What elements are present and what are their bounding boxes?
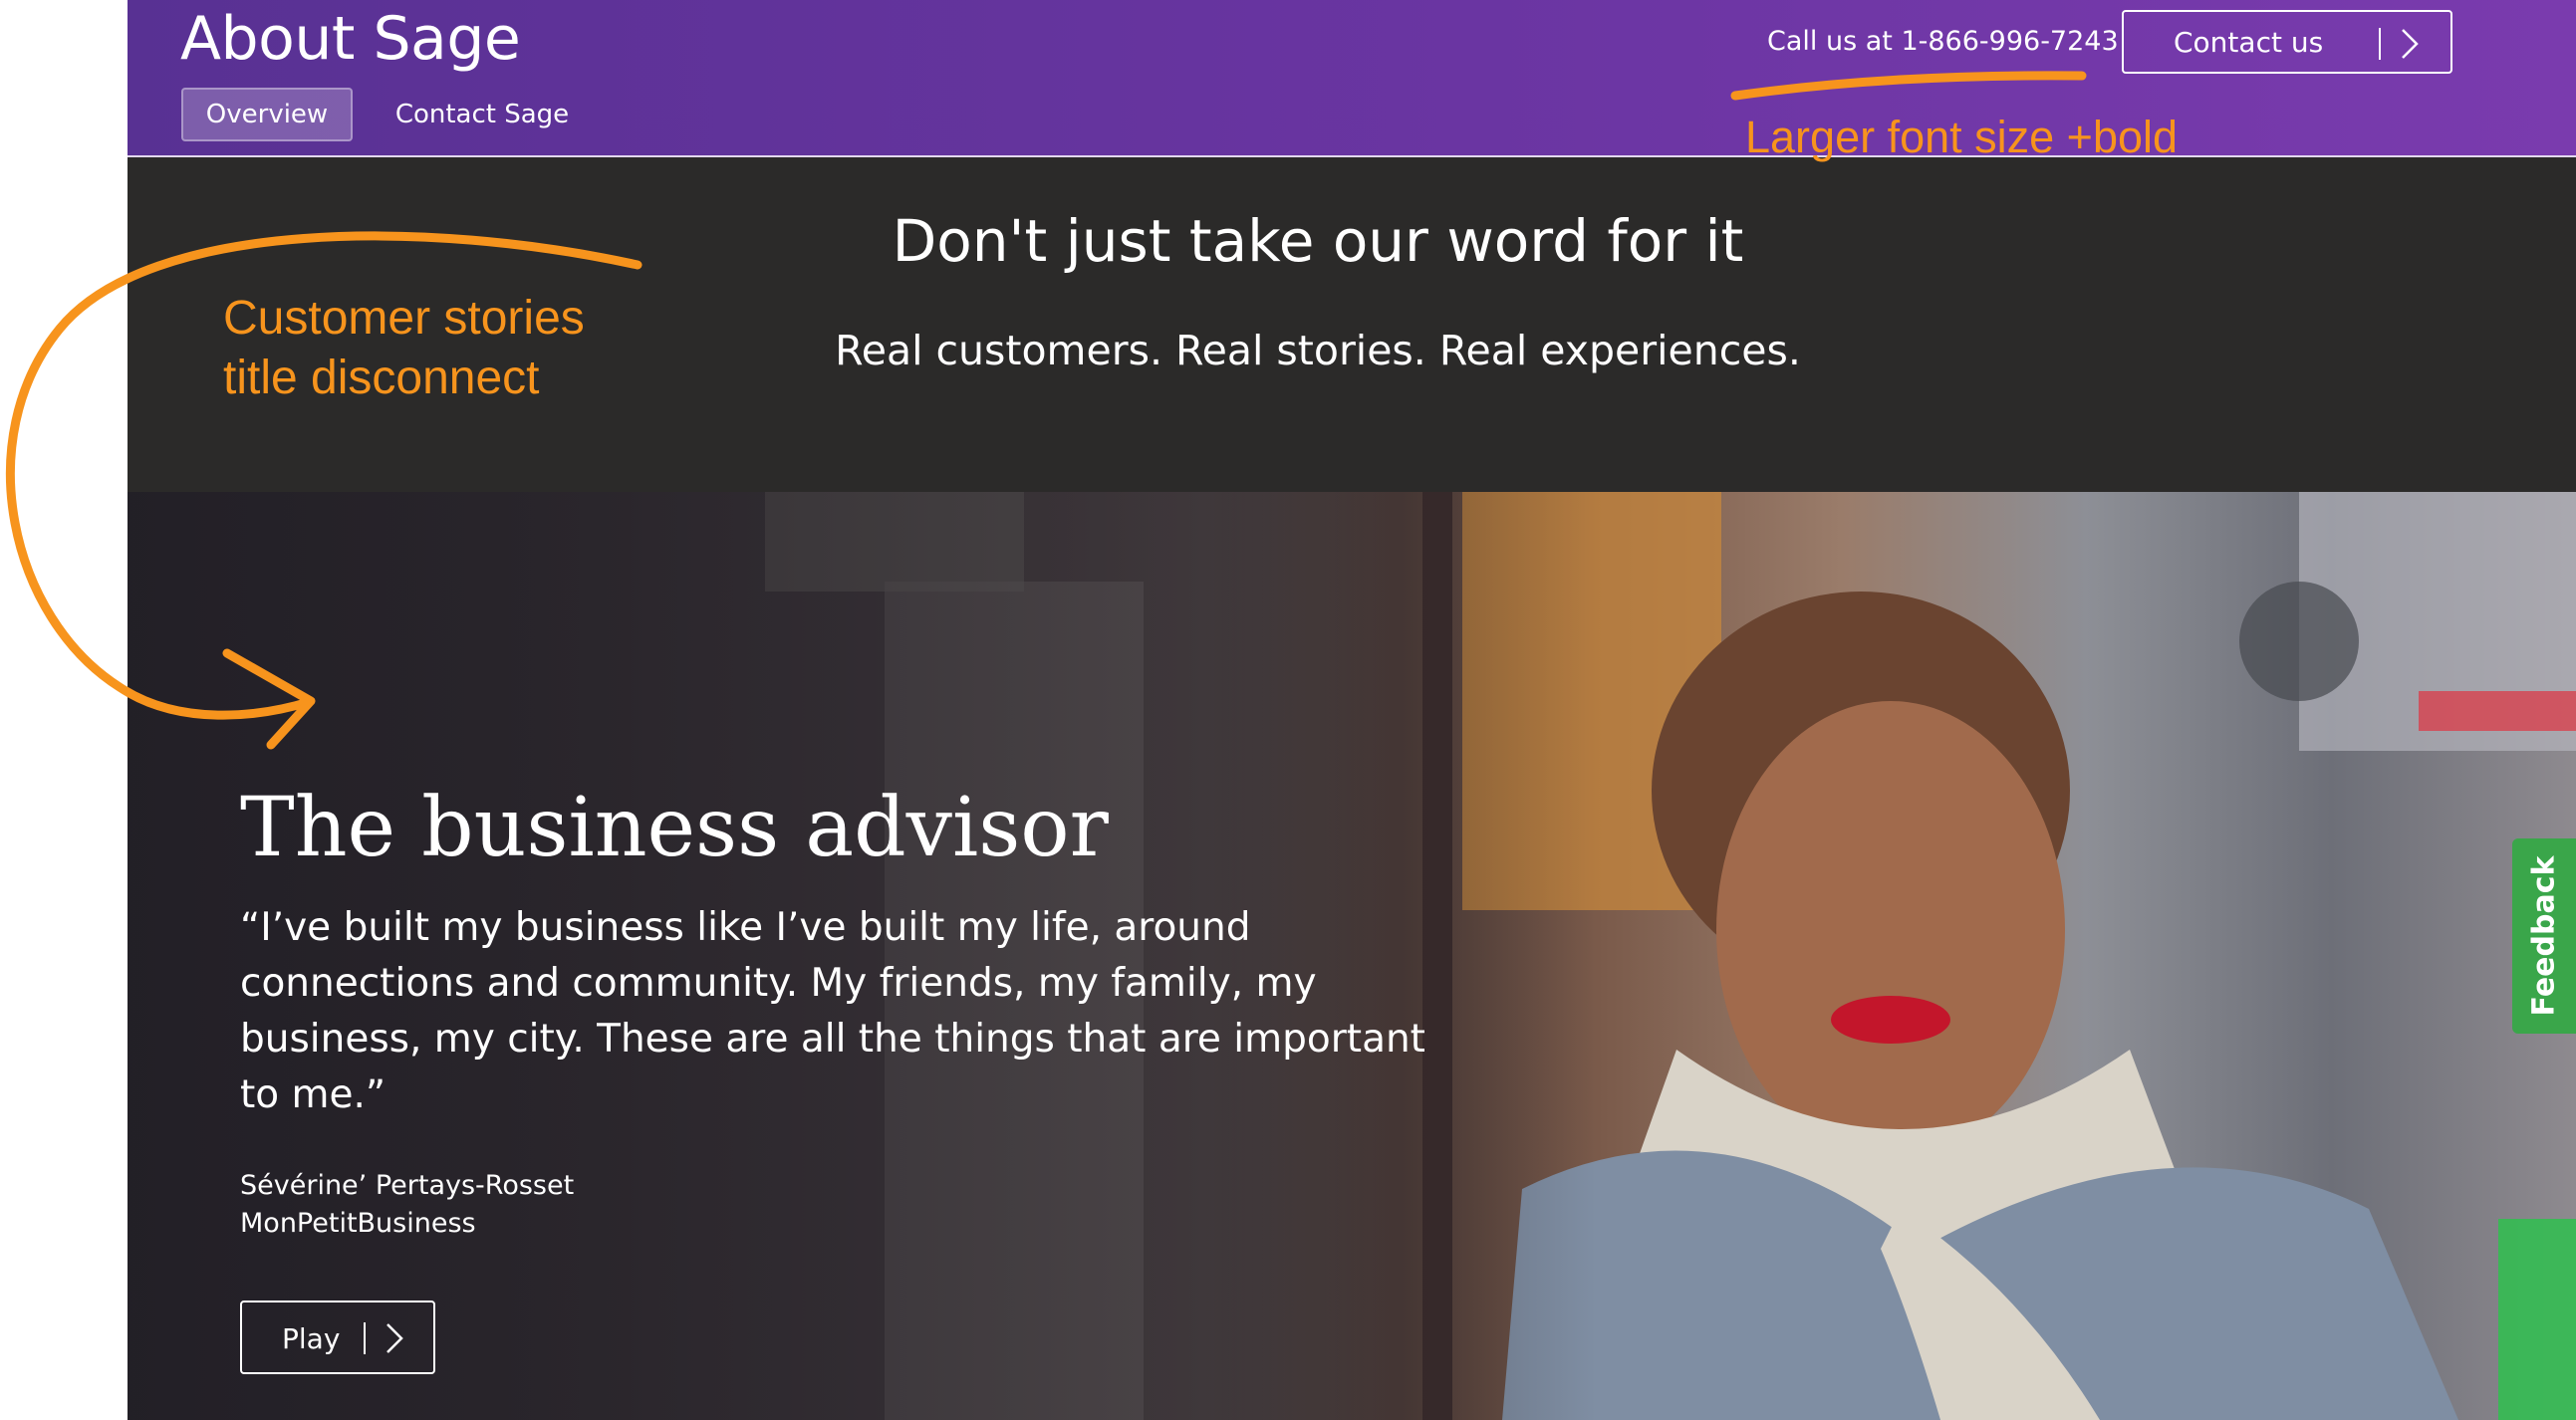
annotation-note-left: Customer stories title disconnect — [223, 289, 585, 408]
customer-company: MonPetitBusiness — [240, 1208, 476, 1239]
tab-overview[interactable]: Overview — [181, 88, 353, 141]
page: About Sage Overview Contact Sage Call us… — [128, 0, 2576, 1420]
story-title: The business advisor — [240, 781, 1109, 875]
site-header: About Sage Overview Contact Sage Call us… — [128, 0, 2576, 157]
chevron-right-icon — [2402, 29, 2419, 59]
button-divider — [2379, 28, 2381, 60]
annotation-line-1: Customer stories — [223, 292, 585, 345]
button-divider — [364, 1322, 366, 1354]
play-button[interactable]: Play — [240, 1301, 435, 1374]
chevron-right-icon — [386, 1323, 403, 1353]
play-label: Play — [282, 1322, 341, 1355]
tab-contact-sage[interactable]: Contact Sage — [392, 88, 572, 141]
phone-link[interactable]: Call us at 1-866-996-7243 — [1767, 26, 2119, 57]
page-title: About Sage — [180, 4, 521, 74]
annotation-line-2: title disconnect — [223, 352, 540, 404]
banner-title: Don't just take our word for it — [892, 207, 1744, 275]
customer-quote: “I’ve built my business like I’ve built … — [240, 905, 1425, 1117]
contact-us-label: Contact us — [2174, 25, 2324, 59]
annotation-note-right: Larger font size +bold — [1745, 112, 2179, 162]
feedback-tab[interactable]: Feedback — [2512, 838, 2576, 1034]
contact-us-button[interactable]: Contact us — [2122, 10, 2452, 74]
customer-story-hero: The business advisor “I’ve built my busi… — [128, 492, 2576, 1420]
customer-attribution: Sévérine’ Pertays-Rosset MonPetitBusines… — [240, 1167, 574, 1243]
feedback-label: Feedback — [2526, 855, 2562, 1017]
customer-name: Sévérine’ Pertays-Rosset — [240, 1170, 575, 1201]
